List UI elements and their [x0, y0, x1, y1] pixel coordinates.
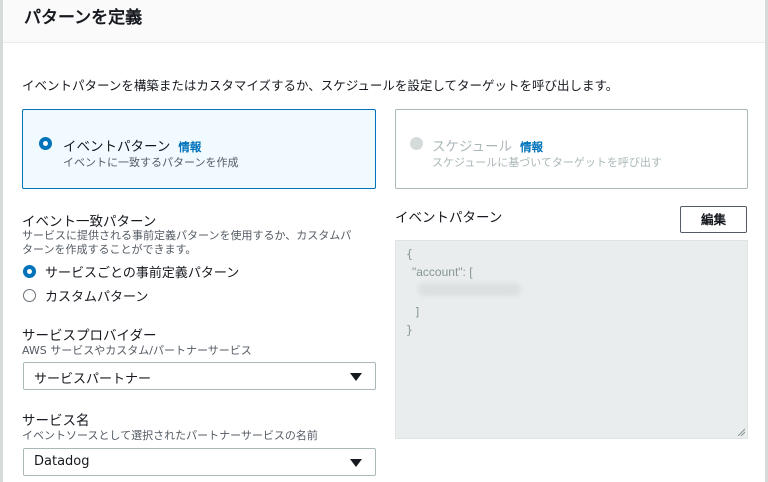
tile-event-pattern-subtitle: イベントに一致するパターンを作成	[63, 156, 239, 169]
service-provider-label: サービスプロバイダー	[22, 328, 157, 344]
service-name-value: Datadog	[34, 454, 90, 469]
redacted-value	[418, 283, 521, 296]
schedule-info-link[interactable]: 情報	[520, 140, 543, 154]
tile-schedule-subtitle: スケジュールに基づいてターゲットを呼び出す	[432, 156, 662, 169]
frame-border-left	[0, 0, 3, 482]
schedule-radio[interactable]	[410, 137, 423, 150]
panel-header: パターンを定義	[3, 0, 765, 43]
service-provider-value: サービスパートナー	[34, 372, 152, 387]
page-title: パターンを定義	[24, 8, 143, 28]
event-pattern-info-link[interactable]: 情報	[178, 140, 201, 154]
caret-down-icon	[350, 373, 362, 381]
event-match-help-line1: サービスに提供される事前定義パターンを使用するか、カスタムパ	[22, 229, 352, 242]
code-line: ]	[414, 305, 421, 319]
service-provider-select[interactable]: サービスパートナー	[23, 362, 376, 390]
event-pattern-code-editor[interactable]: { "account": [ ] }	[395, 240, 748, 439]
tile-event-pattern[interactable]: イベントパターン 情報 イベントに一致するパターンを作成	[22, 109, 376, 189]
predefined-pattern-label[interactable]: サービスごとの事前定義パターン	[45, 262, 239, 281]
event-match-label: イベント一致パターン	[22, 214, 157, 230]
service-name-select[interactable]: Datadog	[23, 448, 376, 476]
edit-button[interactable]: 編集	[680, 206, 747, 233]
predefined-pattern-radio[interactable]	[23, 265, 36, 278]
resize-handle-icon[interactable]	[737, 428, 745, 436]
service-provider-help: AWS サービスやカスタム/パートナーサービス	[22, 344, 252, 357]
section-description: イベントパターンを構築またはカスタマイズするか、スケジュールを設定してターゲット…	[22, 78, 619, 93]
code-line: "account": [	[412, 265, 473, 279]
tile-schedule-title: スケジュール 情報	[432, 139, 544, 155]
event-pattern-radio[interactable]	[39, 137, 52, 150]
event-match-help-line2: ターンを作成することができます。	[22, 243, 197, 256]
code-line: {	[406, 247, 413, 261]
service-name-label: サービス名	[22, 413, 90, 429]
code-line: }	[406, 323, 413, 337]
custom-pattern-label[interactable]: カスタムパターン	[45, 286, 148, 305]
event-pattern-panel-label: イベントパターン	[395, 210, 503, 226]
service-name-help: イベントソースとして選択されたパートナーサービスの名前	[22, 429, 318, 442]
caret-down-icon	[350, 459, 362, 467]
custom-pattern-radio[interactable]	[23, 289, 36, 302]
tile-event-pattern-title: イベントパターン 情報	[63, 139, 202, 155]
tile-schedule[interactable]: スケジュール 情報 スケジュールに基づいてターゲットを呼び出す	[395, 109, 748, 189]
